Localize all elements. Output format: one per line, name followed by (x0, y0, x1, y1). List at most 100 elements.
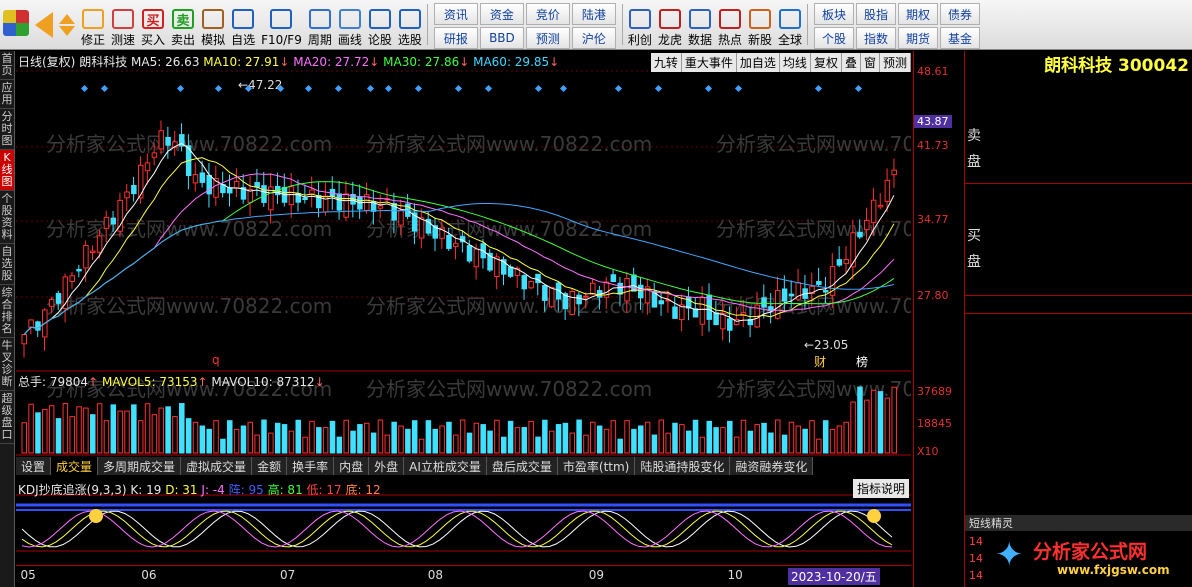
grid2-button[interactable]: 基金 (940, 27, 981, 49)
left-tab[interactable]: 个股资料 (0, 191, 14, 244)
event-diamond-icon[interactable] (304, 84, 313, 93)
grid2-button[interactable]: 期货 (898, 27, 939, 49)
event-diamond-icon[interactable] (534, 84, 543, 93)
left-tab[interactable]: 牛叉诊断 (0, 338, 14, 391)
forum-button[interactable]: 论股 (365, 0, 395, 49)
indicator-tab[interactable]: 换手率 (287, 457, 335, 475)
event-diamond-icon[interactable] (559, 84, 568, 93)
pick-stock-button[interactable]: 选股 (395, 0, 425, 49)
globe-button[interactable]: 全球 (775, 0, 805, 49)
indicator-tab[interactable]: 多周期成交量 (98, 457, 182, 475)
lichuang-button[interactable]: 利创 (625, 0, 655, 49)
grid2-button[interactable]: 板块 (814, 3, 855, 25)
left-tab[interactable]: 分时图 (0, 109, 14, 150)
hotspot-button[interactable]: 热点 (715, 0, 745, 49)
event-diamond-icon[interactable] (176, 84, 185, 93)
up-down-button[interactable] (56, 0, 78, 49)
chart-tag[interactable]: 预测 (879, 53, 911, 72)
drawline-button[interactable]: 画线 (335, 0, 365, 49)
period-button[interactable]: 周期 (305, 0, 335, 49)
chart-tag[interactable]: 加自选 (736, 53, 780, 72)
left-tab[interactable]: 首页 (0, 51, 14, 80)
volume-bar (487, 430, 493, 454)
event-diamond-icon[interactable] (654, 84, 663, 93)
event-diamond-icon[interactable] (734, 84, 743, 93)
spirit-row: 14 (969, 535, 983, 548)
event-diamond-icon[interactable] (366, 84, 375, 93)
indicator-tab[interactable]: 成交量 (51, 457, 99, 475)
left-tab[interactable]: 应用 (0, 80, 14, 109)
indicator-help-button[interactable]: 指标说明 (852, 479, 909, 498)
left-tab[interactable]: 自选股 (0, 244, 14, 285)
chart-tag[interactable]: 复权 (810, 53, 842, 72)
candle-body (131, 184, 137, 195)
grid2-button[interactable]: 指数 (856, 27, 897, 49)
short-spirit-header[interactable]: 短线精灵 (965, 515, 1192, 531)
kline-chart-area[interactable]: 分析家公式网www.70822.com 分析家公式网www.70822.com 分析… (16, 51, 911, 587)
indicator-tab[interactable]: 市盈率(ttm) (558, 457, 636, 475)
back-button[interactable] (32, 0, 56, 49)
event-diamond-icon[interactable] (854, 84, 863, 93)
favorites-button[interactable]: 自选 (228, 0, 258, 49)
candle-body (891, 169, 897, 176)
indicator-tab[interactable]: 设置 (16, 457, 52, 475)
chart-tag[interactable]: 重大事件 (681, 53, 737, 72)
event-diamond-icon[interactable] (484, 84, 493, 93)
left-tab[interactable]: K线图 (0, 150, 14, 191)
event-diamond-icon[interactable] (414, 84, 423, 93)
candle-body (117, 199, 123, 232)
buy-button[interactable]: 买买入 (138, 0, 168, 49)
event-diamond-icon[interactable] (334, 84, 343, 93)
grid2-button[interactable]: 股指 (856, 3, 897, 25)
chart-tag[interactable]: 窗 (860, 53, 880, 72)
indicator-tab[interactable]: 盘后成交量 (487, 457, 558, 475)
volume-bar (720, 427, 726, 454)
simulate-button[interactable]: 模拟 (198, 0, 228, 49)
sell-button[interactable]: 卖卖出 (168, 0, 198, 49)
left-tab[interactable]: 超级盘口 (0, 391, 14, 444)
grid2-button[interactable]: 期权 (898, 3, 939, 25)
grid2-button[interactable]: 个股 (814, 27, 855, 49)
event-diamond-icon[interactable] (614, 84, 623, 93)
high-annotation: ←47.22 (238, 78, 282, 92)
f10-button[interactable]: F10/F9 (258, 0, 305, 49)
event-diamond-icon[interactable] (814, 84, 823, 93)
event-diamond-icon[interactable] (704, 84, 713, 93)
event-diamond-icon[interactable] (80, 84, 89, 93)
indicator-tab[interactable]: 金额 (252, 457, 288, 475)
volume-bar (295, 419, 301, 454)
grid1-button[interactable]: 竞价 (525, 3, 570, 25)
indicator-tab[interactable]: 内盘 (334, 457, 370, 475)
volume-bar (877, 391, 884, 454)
volume-bar (336, 436, 343, 454)
chart-tag[interactable]: 九转 (650, 53, 682, 72)
grid1-button[interactable]: 沪伦 (571, 27, 616, 49)
grid2-button[interactable]: 债券 (940, 3, 981, 25)
event-diamond-icon[interactable] (384, 84, 393, 93)
data-button[interactable]: 数据 (685, 0, 715, 49)
grid1-button[interactable]: BBD (479, 27, 524, 49)
window-layout-button[interactable] (0, 0, 32, 49)
event-diamond-icon[interactable] (454, 84, 463, 93)
grid1-button[interactable]: 研报 (433, 27, 478, 49)
grid1-button[interactable]: 陆港 (571, 3, 616, 25)
event-diamond-icon[interactable] (100, 84, 109, 93)
fix-button[interactable]: 修正 (78, 0, 108, 49)
dragon-tiger-button[interactable]: 龙虎 (655, 0, 685, 49)
grid1-button[interactable]: 资讯 (433, 3, 478, 25)
indicator-tab[interactable]: 陆股通持股变化 (635, 457, 731, 475)
chart-tag[interactable]: 均线 (779, 53, 811, 72)
indicator-tab[interactable]: AI立桩成交量 (404, 457, 487, 475)
indicator-tab[interactable]: 外盘 (369, 457, 405, 475)
left-tab[interactable]: 综合排名 (0, 285, 14, 338)
speed-button[interactable]: 测速 (108, 0, 138, 49)
candle-body (137, 164, 144, 199)
indicator-tab[interactable]: 虚拟成交量 (181, 457, 253, 475)
chart-tag[interactable]: 叠 (841, 53, 861, 72)
event-diamond-icon[interactable] (214, 84, 223, 93)
grid1-button[interactable]: 预测 (525, 27, 570, 49)
indicator-tab[interactable]: 融资融券变化 (730, 457, 814, 475)
grid1-button[interactable]: 资金 (479, 3, 524, 25)
ipo-button[interactable]: 新股 (745, 0, 775, 49)
volume-bar (665, 432, 671, 454)
